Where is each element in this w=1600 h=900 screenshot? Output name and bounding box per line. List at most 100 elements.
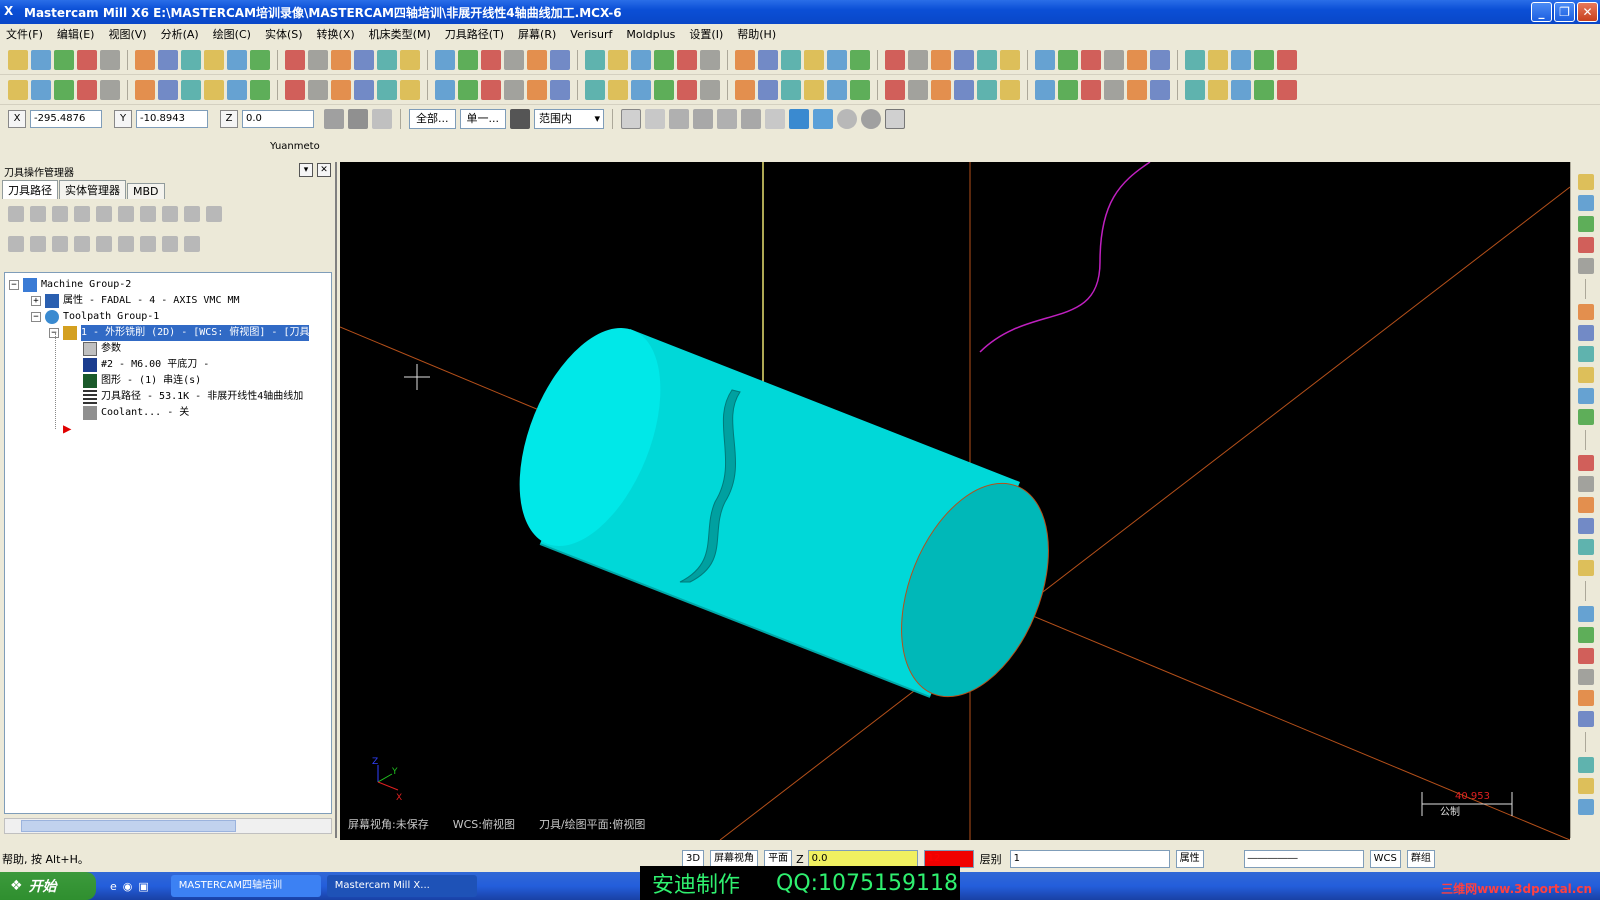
toolbar1-tool-26-icon[interactable] (631, 50, 651, 70)
toolbar1-tool-51-icon[interactable] (1254, 50, 1274, 70)
toggle-display-icon[interactable] (30, 236, 46, 252)
right-tool-21-icon[interactable] (1577, 669, 1594, 685)
toggle-post-icon[interactable] (52, 236, 68, 252)
toolbar1-tool-10-icon[interactable] (227, 50, 247, 70)
collapse-icon[interactable]: − (9, 280, 19, 290)
select-single-button[interactable]: 单一... (459, 109, 506, 129)
toolbar2-tool-14-icon[interactable] (331, 80, 351, 100)
toolbar1-tool-39-icon[interactable] (954, 50, 974, 70)
layer-field[interactable]: 1 (1009, 850, 1170, 868)
z-coord-input[interactable]: 0.0 (242, 110, 314, 128)
right-tool-25-icon[interactable] (1577, 778, 1594, 794)
toolbar1-tool-8-icon[interactable] (181, 50, 201, 70)
single-display-icon[interactable] (162, 236, 178, 252)
quick-launch-icon[interactable]: ◉ (123, 880, 133, 893)
right-tool-13-icon[interactable] (1577, 476, 1594, 492)
toolbar2-tool-29-icon[interactable] (700, 80, 720, 100)
tab-mbd[interactable]: MBD (127, 183, 165, 199)
toolbar2-tool-11-icon[interactable] (250, 80, 270, 100)
toolbar1-tool-7-icon[interactable] (158, 50, 178, 70)
solid-select-icon[interactable] (669, 109, 689, 129)
regen-selected-icon[interactable] (52, 206, 68, 222)
toolbar2-tool-47-icon[interactable] (1150, 80, 1170, 100)
toolbar2-tool-39-icon[interactable] (954, 80, 974, 100)
toolbar2-tool-27-icon[interactable] (654, 80, 674, 100)
toolbar1-tool-14-icon[interactable] (331, 50, 351, 70)
menu-screen[interactable]: 屏幕(R) (518, 26, 556, 42)
toolbar1-tool-38-icon[interactable] (931, 50, 951, 70)
toolbar2-tool-24-icon[interactable] (585, 80, 605, 100)
right-tool-17-icon[interactable] (1577, 560, 1594, 576)
right-tool-5-icon[interactable] (1577, 258, 1594, 274)
select-all-button[interactable]: 全部... (409, 109, 456, 129)
toggle-grouping-icon[interactable] (184, 236, 200, 252)
verify-ops-icon[interactable] (118, 206, 134, 222)
toolbar1-tool-3-icon[interactable] (54, 50, 74, 70)
cursor-icon[interactable] (645, 109, 665, 129)
toolbar2-tool-4-icon[interactable] (77, 80, 97, 100)
right-tool-8-icon[interactable] (1577, 346, 1594, 362)
toolbar2-tool-1-icon[interactable] (8, 80, 28, 100)
toolbar2-tool-32-icon[interactable] (781, 80, 801, 100)
toolbar1-tool-6-icon[interactable] (135, 50, 155, 70)
post-icon[interactable] (162, 206, 178, 222)
toolbar2-tool-8-icon[interactable] (181, 80, 201, 100)
toolbar2-tool-37-icon[interactable] (908, 80, 928, 100)
autocursor-icon[interactable] (348, 109, 368, 129)
toolbar2-tool-28-icon[interactable] (677, 80, 697, 100)
insert-arrow[interactable]: ▶ (63, 421, 71, 437)
toolbar1-tool-46-icon[interactable] (1127, 50, 1147, 70)
toolbar2-tool-35-icon[interactable] (850, 80, 870, 100)
toolbar1-tool-1-icon[interactable] (8, 50, 28, 70)
toolbar2-tool-25-icon[interactable] (608, 80, 628, 100)
task-mastercam[interactable]: Mastercam Mill X... (326, 875, 477, 897)
menu-settings[interactable]: 设置(I) (689, 26, 723, 42)
right-tool-10-icon[interactable] (1577, 388, 1594, 404)
toolbar2-tool-42-icon[interactable] (1035, 80, 1055, 100)
end-select-icon[interactable] (861, 109, 881, 129)
minimize-button[interactable]: _ (1531, 2, 1552, 22)
toolbar1-tool-27-icon[interactable] (654, 50, 674, 70)
fast-point-icon[interactable] (324, 109, 344, 129)
loop-icon[interactable] (813, 109, 833, 129)
right-tool-16-icon[interactable] (1577, 539, 1594, 555)
toolbar1-tool-47-icon[interactable] (1150, 50, 1170, 70)
toolbar1-tool-17-icon[interactable] (400, 50, 420, 70)
menu-file[interactable]: 文件(F) (6, 26, 43, 42)
toolbar1-tool-28-icon[interactable] (677, 50, 697, 70)
tab-solids[interactable]: 实体管理器 (59, 180, 126, 199)
menu-verisurf[interactable]: Verisurf (570, 28, 612, 41)
task-explorer[interactable]: MASTERCAM四轴培训 (170, 875, 321, 897)
line-style-select[interactable]: ――――― (1243, 850, 1364, 868)
toolbar2-tool-3-icon[interactable] (54, 80, 74, 100)
toolbar2-tool-40-icon[interactable] (977, 80, 997, 100)
panel-help-icon[interactable] (206, 206, 222, 222)
toolbar2-tool-34-icon[interactable] (827, 80, 847, 100)
toolbar1-tool-43-icon[interactable] (1058, 50, 1078, 70)
tab-toolpaths[interactable]: 刀具路径 (2, 180, 58, 199)
toolbar2-tool-20-icon[interactable] (481, 80, 501, 100)
toolbar1-tool-12-icon[interactable] (285, 50, 305, 70)
toolbar1-tool-34-icon[interactable] (827, 50, 847, 70)
toolbar1-tool-22-icon[interactable] (527, 50, 547, 70)
toolbar2-tool-5-icon[interactable] (100, 80, 120, 100)
toolbar2-tool-44-icon[interactable] (1081, 80, 1101, 100)
menu-machine-type[interactable]: 机床类型(M) (369, 26, 431, 42)
menu-xform[interactable]: 转换(X) (317, 26, 355, 42)
toolbar2-tool-15-icon[interactable] (354, 80, 374, 100)
toolbar2-tool-50-icon[interactable] (1231, 80, 1251, 100)
right-tool-18-icon[interactable] (1577, 606, 1594, 622)
graphics-viewport[interactable]: Z Y X 40.953 公制 屏幕视角:未保存 WCS:俯视图 刀具/绘图平面… (340, 162, 1570, 840)
tree-hscrollbar[interactable] (4, 818, 332, 834)
tree-toolpath[interactable]: 刀具路径 - 53.1K - 非展开线性4轴曲线加 (83, 389, 303, 405)
move-up-icon[interactable] (96, 236, 112, 252)
toolbar2-tool-41-icon[interactable] (1000, 80, 1020, 100)
scroll-insert-icon[interactable] (140, 236, 156, 252)
right-tool-11-icon[interactable] (1577, 409, 1594, 425)
right-tool-12-icon[interactable] (1577, 455, 1594, 471)
menu-toolpaths[interactable]: 刀具路径(T) (445, 26, 504, 42)
toolbar2-tool-21-icon[interactable] (504, 80, 524, 100)
toolbar2-tool-49-icon[interactable] (1208, 80, 1228, 100)
toolbar2-tool-6-icon[interactable] (135, 80, 155, 100)
toolbar2-tool-7-icon[interactable] (158, 80, 178, 100)
